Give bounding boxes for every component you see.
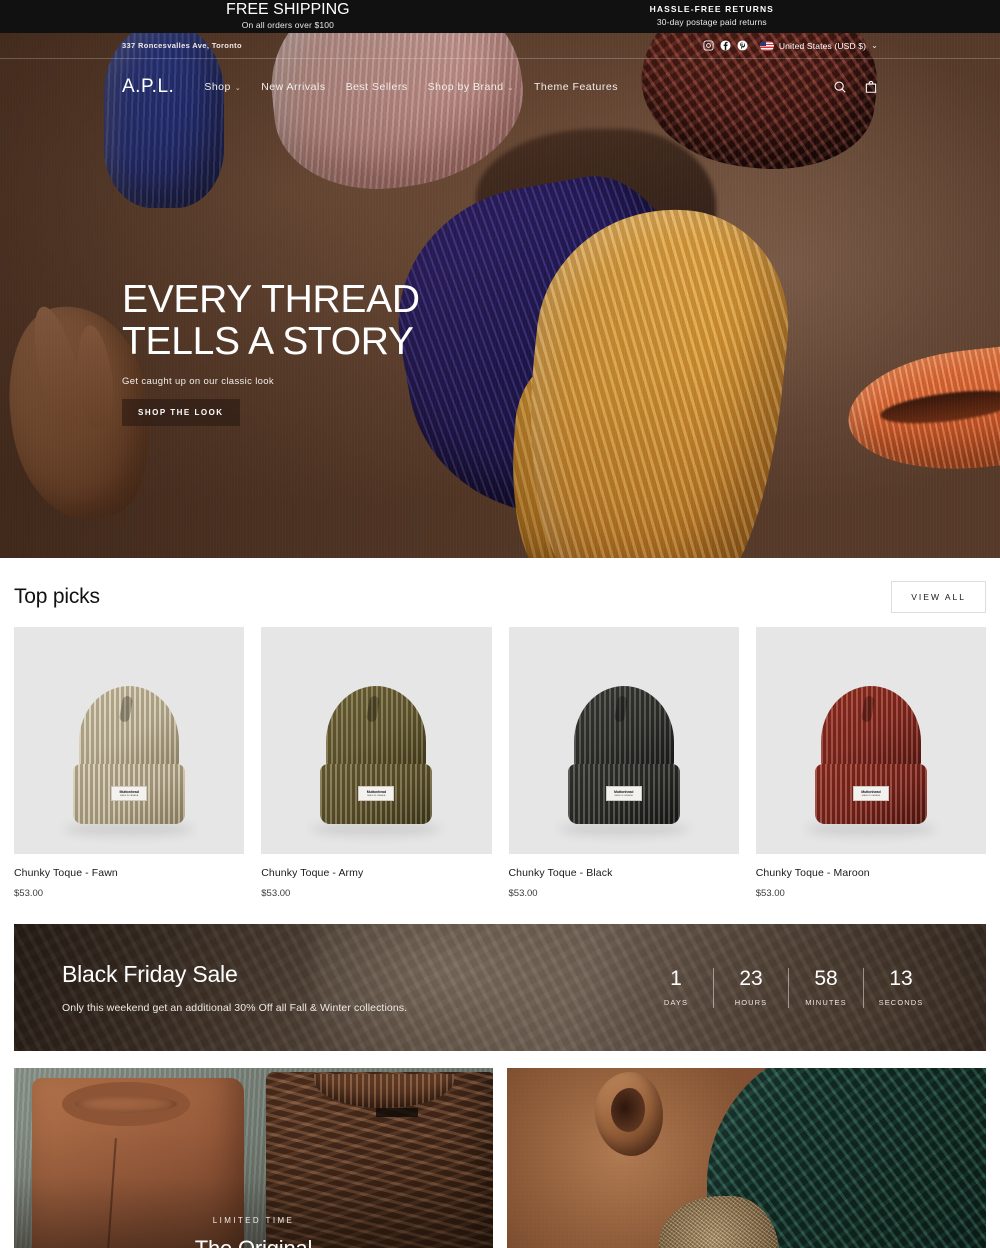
promo-panel-left[interactable]: LIMITED TIME The Original (14, 1068, 493, 1248)
promo-panels: LIMITED TIME The Original (14, 1068, 986, 1248)
nav-item-shop-by-brand[interactable]: Shop by Brand ⌄ (428, 81, 514, 93)
nav-item-shop[interactable]: Shop ⌄ (204, 81, 241, 93)
patch-brand: Muttonhead (613, 790, 634, 794)
product-price: $53.00 (508, 888, 538, 899)
hero-content: EVERY THREAD TELLS A STORY Get caught up… (122, 278, 420, 427)
panel-content: LIMITED TIME The Original (14, 1216, 493, 1248)
product-image[interactable]: Muttonhead MADE IN CANADA (261, 627, 492, 854)
cart-icon[interactable] (864, 80, 878, 94)
product-name: Chunky Toque - Fawn (14, 867, 118, 879)
chevron-down-icon: ⌄ (234, 85, 242, 92)
section-header: Top picks VIEW ALL (14, 574, 986, 620)
countdown-label: DAYS (663, 998, 689, 1007)
product-name: Chunky Toque - Maroon (755, 867, 870, 879)
promo-heading: Black Friday Sale (62, 961, 238, 987)
locale-label: United States (USD $) (778, 40, 867, 51)
announcement-subtitle: On all orders over $100 (241, 20, 334, 31)
section-title: Top picks (14, 585, 100, 608)
sweater-brand-tag (376, 1108, 418, 1117)
countdown-unit-minutes: 58 MINUTES (789, 968, 863, 1007)
patch-sub: MADE IN CANADA (614, 795, 633, 797)
countdown-unit-days: 1 DAYS (639, 968, 713, 1007)
nav-actions (833, 80, 878, 94)
us-flag-icon (759, 40, 774, 51)
brand-patch: Muttonhead MADE IN CANADA (605, 786, 642, 801)
countdown-label: SECONDS (878, 998, 924, 1007)
nav-item-best-sellers[interactable]: Best Sellers (346, 81, 408, 93)
black-friday-banner: Black Friday Sale Only this weekend get … (14, 924, 986, 1051)
nav-label: Best Sellers (345, 81, 408, 93)
patch-brand: Muttonhead (119, 790, 139, 794)
product-card[interactable]: Muttonhead MADE IN CANADA Chunky Toque -… (755, 627, 986, 899)
panel-eyebrow: LIMITED TIME (212, 1216, 295, 1225)
countdown-timer: 1 DAYS 23 HOURS 58 MINUTES 13 SECONDS (639, 967, 938, 1008)
hero-heading: EVERY THREAD TELLS A STORY (122, 278, 420, 364)
locale-selector[interactable]: United States (USD $) ⌄ (759, 40, 878, 51)
announcement-item: FREE SHIPPING On all orders over $100 (226, 1, 350, 32)
brand-patch: Muttonhead MADE IN CANADA (111, 786, 148, 801)
countdown-unit-seconds: 13 SECONDS (864, 968, 938, 1007)
nav-menu: Shop ⌄ New Arrivals Best Sellers Shop by… (204, 81, 618, 93)
site-logo[interactable]: A.P.L. (122, 76, 174, 98)
promo-description: Only this weekend get an additional 30% … (62, 1002, 408, 1014)
product-image[interactable]: Muttonhead MADE IN CANADA (508, 627, 739, 854)
instagram-icon[interactable] (703, 40, 714, 51)
top-picks-section: Top picks VIEW ALL Muttonhead MADE IN CA… (0, 558, 1000, 899)
announcement-title: HASSLE-FREE RETURNS (649, 4, 774, 15)
patch-brand: Muttonhead (366, 790, 387, 794)
patch-sub: MADE IN CANADA (120, 795, 139, 797)
countdown-value: 23 (739, 967, 763, 990)
countdown-label: MINUTES (805, 998, 847, 1007)
hero-banner: 337 Roncesvalles Ave, Toronto United Sta… (0, 33, 1000, 558)
product-card[interactable]: Muttonhead MADE IN CANADA Chunky Toque -… (261, 627, 492, 899)
nav-label: Shop by Brand (427, 81, 504, 93)
hero-subheading: Get caught up on our classic look (122, 376, 275, 388)
countdown-value: 1 (670, 967, 682, 990)
product-price: $53.00 (755, 888, 785, 899)
patch-sub: MADE IN CANADA (367, 795, 386, 797)
panel-title: The Original (14, 1236, 493, 1248)
brand-patch: Muttonhead MADE IN CANADA (852, 786, 889, 801)
portrait-ear-inner (611, 1088, 645, 1132)
countdown-unit-hours: 23 HOURS (714, 968, 788, 1007)
chevron-down-icon: ⌄ (871, 41, 878, 50)
announcement-item: HASSLE-FREE RETURNS 30-day postage paid … (650, 4, 774, 29)
countdown-label: HOURS (734, 998, 768, 1007)
nav-item-theme-features[interactable]: Theme Features (534, 81, 618, 93)
nav-item-new-arrivals[interactable]: New Arrivals (261, 81, 325, 93)
product-grid: Muttonhead MADE IN CANADA Chunky Toque -… (14, 627, 986, 899)
announcement-title: FREE SHIPPING (226, 1, 350, 19)
countdown-value: 58 (814, 967, 838, 990)
product-image[interactable]: Muttonhead MADE IN CANADA (755, 627, 986, 854)
countdown-value: 13 (889, 967, 913, 990)
store-address: 337 Roncesvalles Ave, Toronto (122, 41, 242, 50)
patch-sub: MADE IN CANADA (861, 795, 880, 797)
facebook-icon[interactable] (720, 40, 731, 51)
nav-label: Shop (204, 81, 231, 93)
product-card[interactable]: Muttonhead MADE IN CANADA Chunky Toque -… (508, 627, 739, 899)
product-card[interactable]: Muttonhead MADE IN CANADA Chunky Toque -… (14, 627, 245, 899)
brand-patch: Muttonhead MADE IN CANADA (358, 786, 395, 801)
promo-panel-right[interactable] (507, 1068, 986, 1248)
product-name: Chunky Toque - Black (508, 867, 613, 879)
view-all-button[interactable]: VIEW ALL (891, 581, 986, 613)
nav-label: New Arrivals (261, 81, 326, 93)
product-price: $53.00 (14, 888, 44, 899)
main-navigation: A.P.L. Shop ⌄ New Arrivals Best Sellers … (0, 59, 1000, 115)
product-price: $53.00 (261, 888, 291, 899)
announcement-bar: FREE SHIPPING On all orders over $100 HA… (0, 0, 1000, 33)
patch-brand: Muttonhead (861, 790, 881, 794)
pinterest-icon[interactable] (737, 40, 748, 51)
announcement-subtitle: 30-day postage paid returns (656, 17, 767, 28)
shop-the-look-button[interactable]: SHOP THE LOOK (122, 399, 240, 427)
chevron-down-icon: ⌄ (507, 85, 514, 92)
search-icon[interactable] (833, 80, 847, 94)
product-name: Chunky Toque - Army (261, 867, 364, 879)
nav-label: Theme Features (533, 81, 618, 93)
utility-bar: 337 Roncesvalles Ave, Toronto United Sta… (0, 33, 1000, 59)
product-image[interactable]: Muttonhead MADE IN CANADA (14, 627, 245, 854)
social-links[interactable] (703, 40, 748, 51)
